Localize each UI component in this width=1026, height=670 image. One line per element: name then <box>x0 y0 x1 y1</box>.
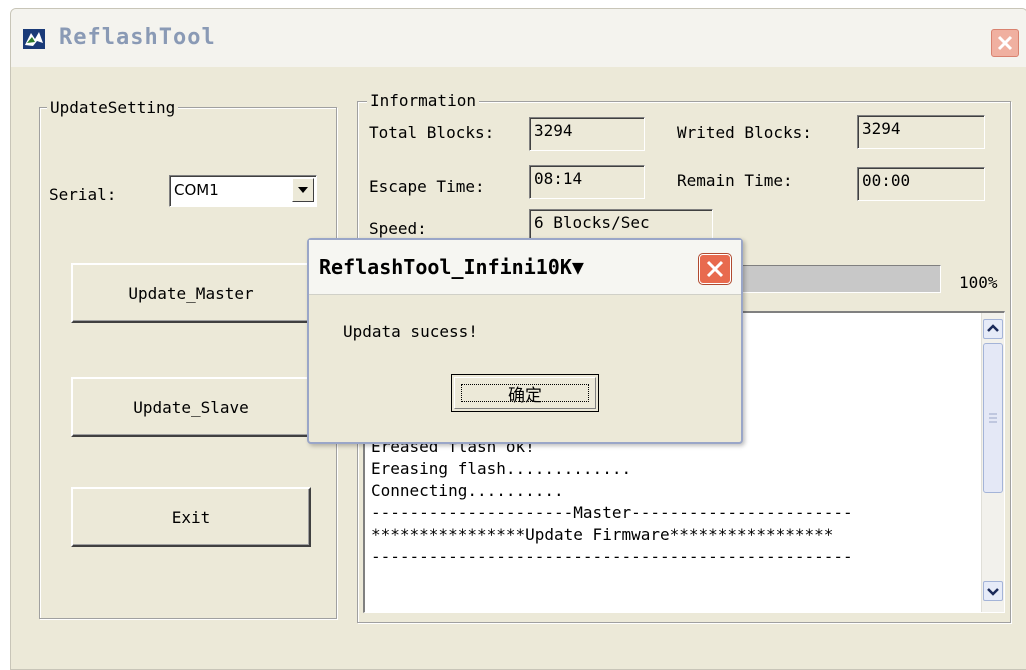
remain-time-field: 00:00 <box>857 167 985 201</box>
window-title: ReflashTool <box>59 25 216 50</box>
scroll-down-button[interactable] <box>983 581 1003 601</box>
serial-port-value: COM1 <box>174 181 219 199</box>
update-slave-label: Update_Slave <box>133 397 249 417</box>
log-line: ---------------------Master-------------… <box>371 503 853 522</box>
title-bar[interactable]: ReflashTool <box>11 9 1026 67</box>
speed-value: 6 Blocks/Sec <box>534 213 650 232</box>
progress-percent: 100% <box>959 273 998 292</box>
remain-time-label: Remain Time: <box>677 171 793 190</box>
chevron-up-icon <box>987 324 999 332</box>
serial-port-select[interactable]: COM1 <box>169 175 317 207</box>
app-icon <box>23 29 45 49</box>
total-blocks-label: Total Blocks: <box>369 123 495 142</box>
dropdown-arrow[interactable] <box>292 178 314 202</box>
exit-button[interactable]: Exit <box>71 487 311 547</box>
close-icon <box>706 260 724 278</box>
update-master-label: Update_Master <box>128 283 254 303</box>
speed-label: Speed: <box>369 219 427 238</box>
writed-blocks-label: Writed Blocks: <box>677 123 812 142</box>
message-dialog: ReflashTool_Infini10K▼ Updata sucess! 确定 <box>307 238 743 444</box>
close-icon <box>997 35 1013 51</box>
escape-time-field: 08:14 <box>529 165 645 199</box>
grip-icon <box>989 413 997 423</box>
dialog-message: Updata sucess! <box>343 322 478 341</box>
dialog-ok-button[interactable]: 确定 <box>451 374 599 412</box>
dialog-close-button[interactable] <box>699 254 731 284</box>
dialog-title: ReflashTool_Infini10K▼ <box>319 255 584 279</box>
chevron-down-icon <box>298 187 308 193</box>
update-setting-group-label: UpdateSetting <box>47 98 179 117</box>
scroll-up-button[interactable] <box>983 319 1003 339</box>
log-line: ****************Update Firmware*********… <box>371 525 834 544</box>
total-blocks-value: 3294 <box>534 121 573 140</box>
window-close-button[interactable] <box>991 29 1019 57</box>
update-master-button[interactable]: Update_Master <box>71 263 311 323</box>
total-blocks-field: 3294 <box>529 117 645 151</box>
exit-label: Exit <box>171 507 211 527</box>
log-line: Connecting.......... <box>371 481 564 500</box>
log-line: ----------------------------------------… <box>371 547 853 566</box>
information-group-label: Information <box>367 91 479 110</box>
writed-blocks-value: 3294 <box>862 119 901 138</box>
remain-time-value: 00:00 <box>862 171 911 190</box>
chevron-down-icon <box>987 588 999 596</box>
scroll-thumb[interactable] <box>983 343 1003 493</box>
dialog-ok-label: 确定 <box>508 385 542 406</box>
update-slave-button[interactable]: Update_Slave <box>71 377 311 437</box>
dialog-title-bar[interactable]: ReflashTool_Infini10K▼ <box>309 240 741 295</box>
escape-time-label: Escape Time: <box>369 177 485 196</box>
serial-label: Serial: <box>49 185 117 204</box>
writed-blocks-field: 3294 <box>857 115 985 149</box>
log-line: Ereasing flash............. <box>371 459 632 478</box>
dialog-ok-face: 确定 <box>454 377 596 409</box>
escape-time-value: 08:14 <box>534 169 583 188</box>
log-scrollbar[interactable] <box>981 313 1004 612</box>
